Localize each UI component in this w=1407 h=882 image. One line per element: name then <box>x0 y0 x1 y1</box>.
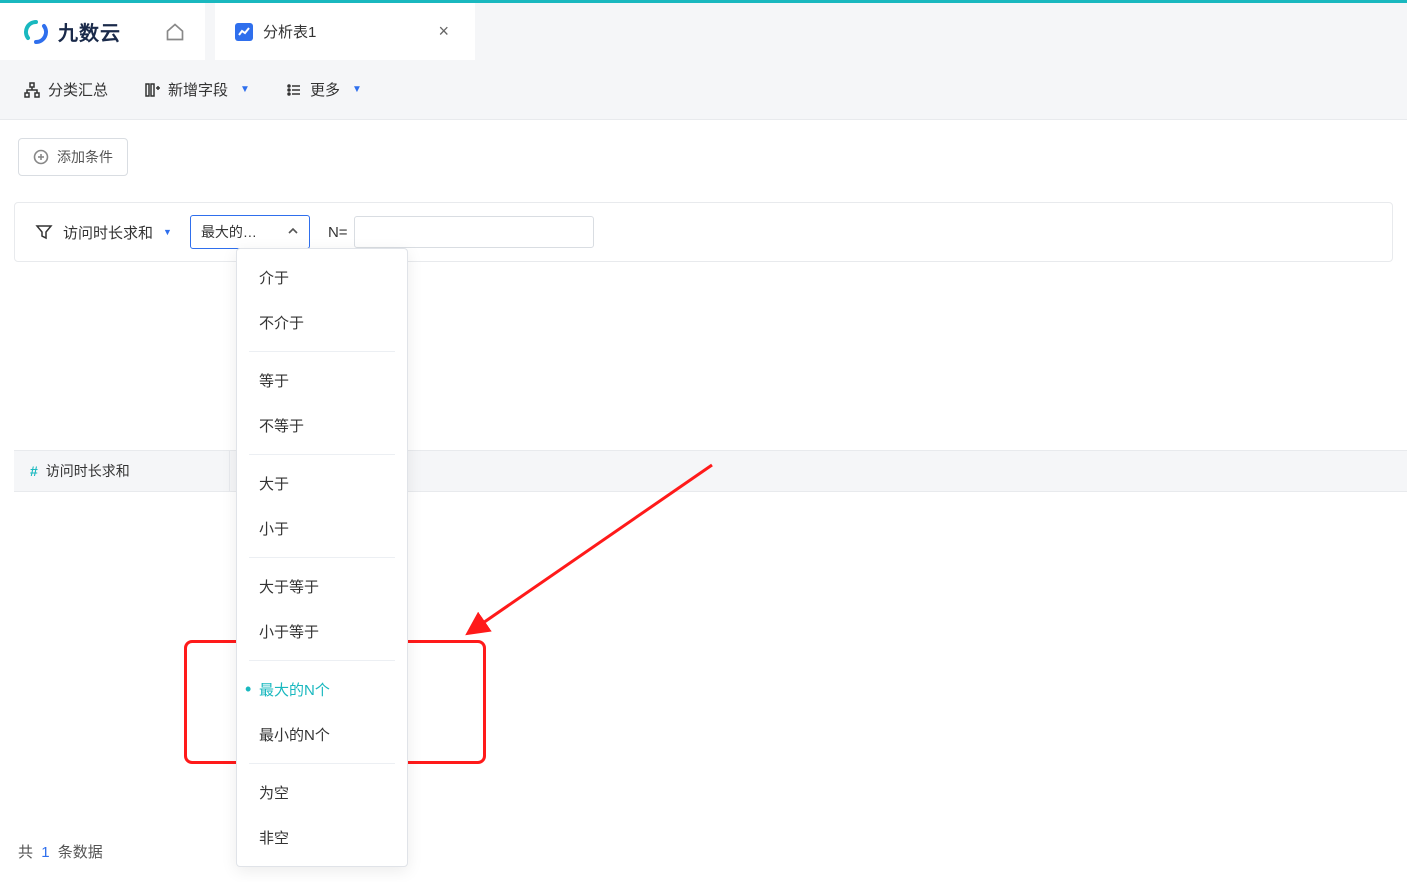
dropdown-item-bottom-n[interactable]: 最小的N个 <box>237 712 407 757</box>
home-icon <box>165 22 185 42</box>
dropdown-item-not-null[interactable]: 非空 <box>237 815 407 860</box>
column-header-cell[interactable]: # 访问时长求和 <box>14 451 230 491</box>
dropdown-item-top-n[interactable]: 最大的N个 <box>237 667 407 712</box>
dropdown-item-not-between[interactable]: 不介于 <box>237 300 407 345</box>
toolbar-add-field-label: 新增字段 <box>168 79 228 100</box>
plus-circle-icon <box>33 149 49 165</box>
dropdown-item-is-null[interactable]: 为空 <box>237 770 407 815</box>
add-column-icon <box>144 82 160 98</box>
dropdown-item-equal[interactable]: 等于 <box>237 358 407 403</box>
n-value-input[interactable] <box>354 216 594 248</box>
brand-logo-icon <box>24 20 48 44</box>
caret-down-icon: ▼ <box>163 227 172 237</box>
table-column-header-row: # 访问时长求和 <box>14 450 1407 492</box>
chart-icon <box>235 23 253 41</box>
filter-field-selector[interactable]: 访问时长求和 ▼ <box>35 222 172 243</box>
add-condition-button[interactable]: 添加条件 <box>18 138 128 176</box>
dropdown-item-gte[interactable]: 大于等于 <box>237 564 407 609</box>
logo-area: 九数云 <box>0 3 145 60</box>
n-equals-group: N= <box>328 216 594 248</box>
footer-prefix: 共 <box>18 844 33 861</box>
filter-condition-row: 访问时长求和 ▼ 最大的… N= <box>14 202 1393 262</box>
toolbar-add-field[interactable]: 新增字段 ▼ <box>144 79 250 100</box>
filter-field-name: 访问时长求和 <box>63 222 153 243</box>
chevron-up-icon <box>287 224 299 240</box>
operator-display: 最大的… <box>201 222 257 242</box>
footer-suffix: 条数据 <box>58 844 103 861</box>
condition-chip-row: 添加条件 <box>0 120 1407 184</box>
tab-analysis[interactable]: 分析表1 × <box>215 0 475 60</box>
dropdown-item-greater[interactable]: 大于 <box>237 461 407 506</box>
toolbar-group-summary-label: 分类汇总 <box>48 79 108 100</box>
dropdown-item-between[interactable]: 介于 <box>237 255 407 300</box>
toolbar: 分类汇总 新增字段 ▼ 更多 ▼ <box>0 60 1407 120</box>
filter-icon <box>35 223 53 241</box>
top-bar: 九数云 分析表1 × <box>0 0 1407 60</box>
home-button[interactable] <box>145 3 205 60</box>
brand-name: 九数云 <box>58 17 121 46</box>
operator-dropdown: 介于 不介于 等于 不等于 大于 小于 大于等于 小于等于 最大的N个 最小的N… <box>236 248 408 867</box>
operator-select[interactable]: 最大的… <box>190 215 310 249</box>
number-type-icon: # <box>30 463 38 479</box>
n-label: N= <box>328 224 348 241</box>
toolbar-more-label: 更多 <box>310 79 340 100</box>
tab-title: 分析表1 <box>263 21 316 42</box>
tab-close-button[interactable]: × <box>432 21 455 42</box>
dropdown-item-less[interactable]: 小于 <box>237 506 407 551</box>
hierarchy-icon <box>24 82 40 98</box>
caret-down-icon: ▼ <box>352 84 362 95</box>
caret-down-icon: ▼ <box>240 84 250 95</box>
column-name: 访问时长求和 <box>46 461 130 481</box>
dropdown-item-lte[interactable]: 小于等于 <box>237 609 407 654</box>
footer-count: 共 1 条数据 <box>18 841 103 862</box>
dropdown-item-not-equal[interactable]: 不等于 <box>237 403 407 448</box>
toolbar-group-summary[interactable]: 分类汇总 <box>24 79 108 100</box>
add-condition-label: 添加条件 <box>57 147 113 167</box>
footer-count-number: 1 <box>41 844 49 861</box>
list-icon <box>286 82 302 98</box>
toolbar-more[interactable]: 更多 ▼ <box>286 79 362 100</box>
